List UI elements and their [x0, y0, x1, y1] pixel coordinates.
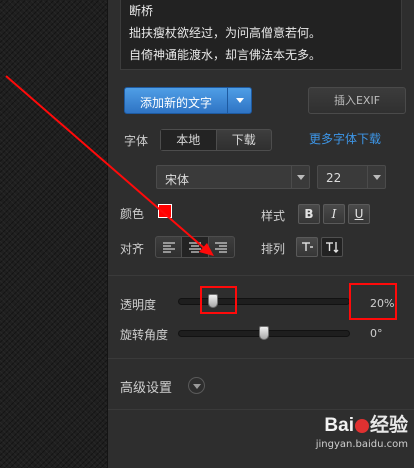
bold-button[interactable]: B: [298, 204, 320, 224]
font-source-toggle: 本地 下载: [160, 129, 272, 151]
text-preview-box[interactable]: 断桥 拙扶瘦杖欲经过，为问高僧意若何。 自倚神通能渡水，却言佛法本无多。: [120, 0, 402, 70]
annotation-highlight-box: [349, 283, 397, 320]
align-right-button[interactable]: [207, 237, 234, 257]
add-text-button-label: 添加新的文字: [140, 96, 213, 110]
vertical-text-button[interactable]: [321, 237, 343, 257]
text-preview-line: 断桥: [129, 4, 154, 18]
chevron-down-icon: [373, 175, 381, 180]
opacity-label: 透明度: [120, 298, 157, 312]
text-preview-line: 拙扶瘦杖欲经过，为问高僧意若何。: [129, 26, 322, 40]
text-preview-line: 自倚神通能渡水，却言佛法本无多。: [129, 48, 322, 62]
vertical-text-icon: [326, 242, 339, 253]
left-canvas-pane: [0, 0, 107, 468]
watermark-brand: Bai 经验: [268, 410, 408, 437]
arrange-label: 排列: [261, 242, 286, 256]
rotation-slider-thumb[interactable]: [259, 326, 269, 340]
font-label: 字体: [124, 134, 149, 148]
align-toggle-group: [155, 236, 235, 258]
watermark-brand-left: Bai: [324, 415, 354, 436]
annotation-highlight-box: [200, 286, 237, 314]
watermark-url: jingyan.baidu.com: [315, 439, 408, 450]
section-divider: [108, 275, 414, 276]
rotation-slider-track[interactable]: [178, 326, 350, 340]
align-center-icon: [188, 242, 201, 253]
italic-button[interactable]: I: [323, 204, 345, 224]
chevron-down-icon: [193, 384, 201, 389]
rotation-label: 旋转角度: [120, 328, 169, 342]
font-family-dropdown-arrow[interactable]: [291, 166, 309, 188]
color-swatch[interactable]: [158, 204, 172, 218]
font-size-value: 22: [326, 171, 342, 185]
align-label: 对齐: [120, 242, 145, 256]
font-source-local[interactable]: 本地: [161, 130, 216, 150]
underline-button[interactable]: U: [348, 204, 370, 224]
font-source-download[interactable]: 下载: [215, 130, 272, 150]
align-left-button[interactable]: [156, 237, 181, 257]
horizontal-text-button[interactable]: [296, 237, 318, 257]
baidu-paw-icon: [354, 418, 369, 433]
style-label: 样式: [261, 209, 286, 223]
rotation-value: 0°: [370, 327, 383, 340]
color-label: 颜色: [120, 207, 145, 221]
horizontal-text-icon: [302, 242, 313, 251]
advanced-settings-expand[interactable]: [188, 377, 205, 394]
align-center-button[interactable]: [181, 237, 208, 257]
font-family-value: 宋体: [165, 173, 190, 187]
advanced-settings-label[interactable]: 高级设置: [120, 377, 172, 396]
font-family-select[interactable]: 宋体: [156, 165, 310, 189]
chevron-down-icon: [236, 98, 244, 103]
insert-exif-button[interactable]: 插入EXIF: [308, 87, 406, 114]
more-fonts-download-link[interactable]: 更多字体下载: [309, 130, 381, 147]
align-right-icon: [215, 242, 228, 253]
chevron-down-icon: [297, 175, 305, 180]
add-text-dropdown-toggle[interactable]: [227, 88, 251, 113]
add-text-button[interactable]: 添加新的文字: [124, 87, 252, 114]
align-left-icon: [162, 242, 175, 253]
font-size-select[interactable]: 22: [317, 165, 386, 189]
text-settings-panel: 断桥 拙扶瘦杖欲经过，为问高僧意若何。 自倚神通能渡水，却言佛法本无多。 添加新…: [107, 0, 414, 468]
watermark-brand-right: 经验: [369, 415, 408, 436]
section-divider: [108, 358, 414, 359]
baidu-jingyan-watermark: Bai 经验 jingyan.baidu.com: [268, 410, 408, 464]
font-size-dropdown-arrow[interactable]: [367, 166, 385, 188]
